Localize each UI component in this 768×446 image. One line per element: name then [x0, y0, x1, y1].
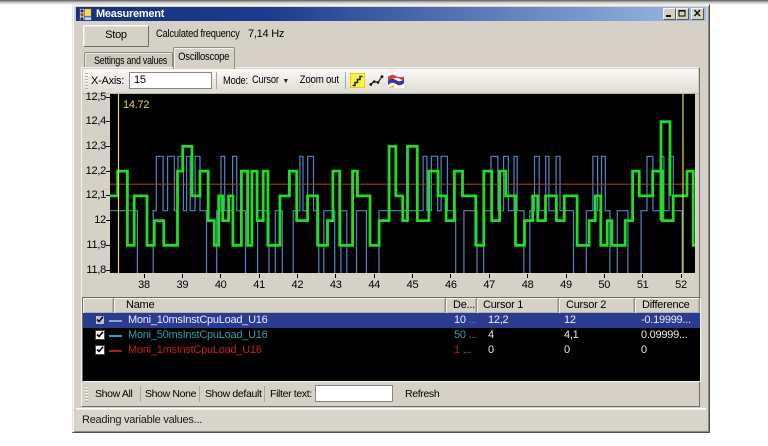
svg-text:14.72: 14.72	[123, 99, 149, 111]
